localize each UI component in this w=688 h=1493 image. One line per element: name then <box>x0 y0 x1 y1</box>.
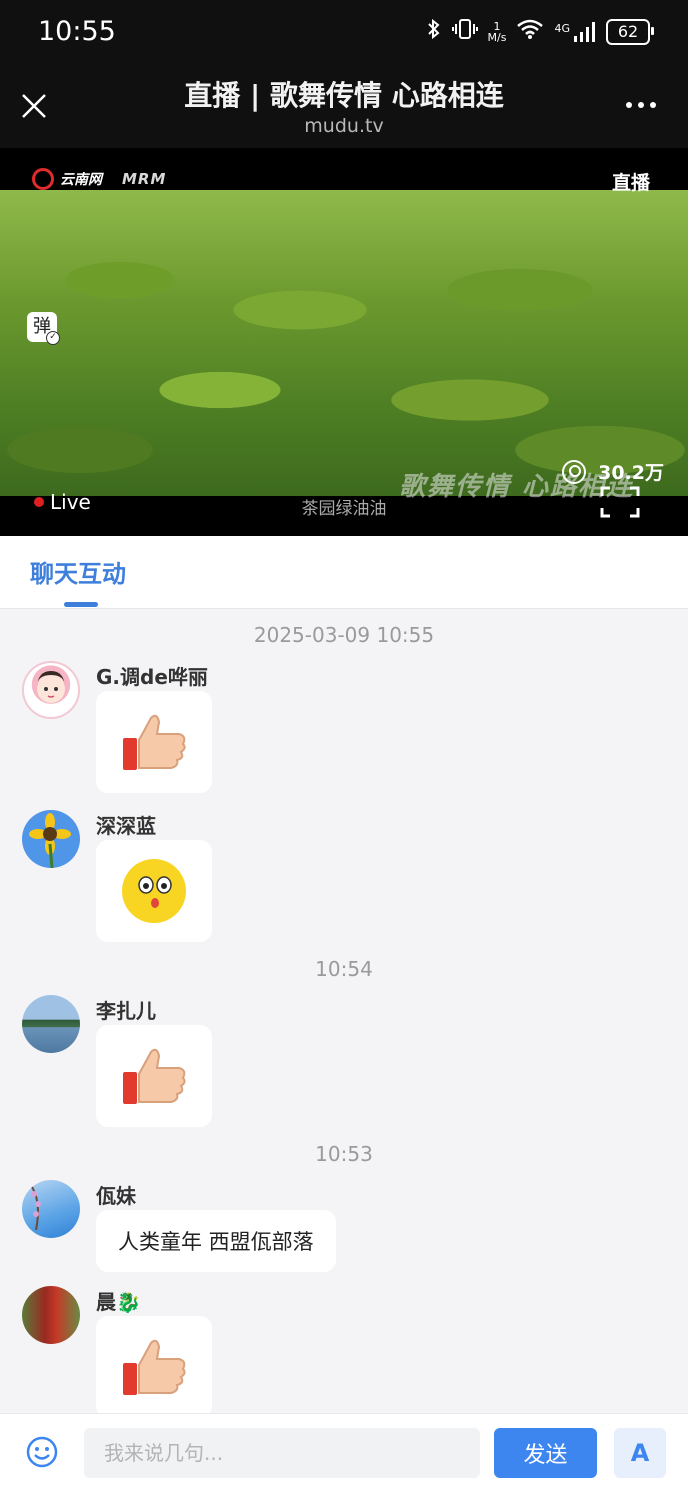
more-button[interactable] <box>626 102 656 108</box>
status-bar: 10:55 1 M/s 4G 62 <box>0 0 688 64</box>
thumbs-up-icon <box>123 1339 186 1395</box>
username: 李扎儿 <box>96 999 156 1023</box>
more-dot-icon <box>638 102 644 108</box>
chat-list[interactable]: 2025-03-09 10:55 G.调de哗丽 深深蓝 10:54 李扎儿 1… <box>0 609 688 1413</box>
blossom-branch-avatar-icon <box>29 1183 41 1231</box>
thumbs-up-icon <box>123 1048 186 1104</box>
avatar[interactable] <box>22 810 80 868</box>
sticker-bubble <box>96 1025 212 1127</box>
status-time: 10:55 <box>38 16 116 47</box>
video-player[interactable]: 云南网 MRM 直播 弹 ✓ 歌舞传情 心路相连 30.2万 Live 茶园绿油… <box>0 148 688 536</box>
username: 深深蓝 <box>96 814 156 838</box>
chat-timestamp: 10:54 <box>315 957 373 981</box>
broadcaster-logo: 云南网 MRM <box>32 168 166 190</box>
battery-level: 62 <box>617 22 639 41</box>
tab-bar: 聊天互动 <box>0 536 688 609</box>
viewer-count: 30.2万 <box>562 458 664 485</box>
fullscreen-button[interactable] <box>600 486 640 518</box>
vibrate-icon <box>451 18 478 45</box>
font-size-button[interactable]: A <box>614 1428 666 1478</box>
tab-active-indicator <box>64 602 98 607</box>
font-size-icon: A <box>630 1439 650 1467</box>
surprised-face-icon <box>122 859 186 923</box>
net-speed-unit: M/s <box>487 30 507 44</box>
message-text: 人类童年 西盟佤部落 <box>96 1210 336 1272</box>
status-icons: 1 M/s 4G 62 <box>426 18 654 45</box>
sticker-bubble <box>96 691 212 793</box>
logo-text: 云南网 <box>60 172 102 188</box>
cartoon-girl-avatar-icon <box>37 671 65 703</box>
bluetooth-icon <box>426 18 442 45</box>
danmu-toggle[interactable]: 弹 ✓ <box>27 312 60 345</box>
avatar[interactable] <box>22 661 80 719</box>
emoji-button[interactable] <box>26 1436 58 1468</box>
check-icon: ✓ <box>46 331 60 345</box>
title-bar: 直播 | 歌舞传情 心路相连 mudu.tv <box>0 64 688 148</box>
avatar[interactable] <box>22 995 80 1053</box>
sticker-bubble <box>96 1316 212 1413</box>
sunflower-avatar-icon <box>29 813 71 868</box>
username: 佤妹 <box>96 1184 136 1208</box>
fullscreen-icon <box>600 486 640 518</box>
more-dot-icon <box>650 102 656 108</box>
tab-chat[interactable]: 聊天互动 <box>30 554 126 589</box>
thumbs-up-icon <box>123 714 186 770</box>
wifi-icon <box>516 18 544 45</box>
sticker-bubble <box>96 840 212 942</box>
more-dot-icon <box>626 102 632 108</box>
smiley-icon <box>26 1436 58 1468</box>
live-badge: 直播 <box>611 172 650 194</box>
avatar[interactable] <box>22 1180 80 1238</box>
page-domain: mudu.tv <box>304 115 384 137</box>
yunnan-logo-icon <box>32 168 54 190</box>
composer-bar: 发送 A <box>0 1413 688 1493</box>
viewer-count-value: 30.2万 <box>598 462 664 484</box>
battery-indicator: 62 <box>606 18 654 45</box>
chat-timestamp: 2025-03-09 10:55 <box>253 623 435 647</box>
chat-timestamp: 10:53 <box>315 1142 373 1166</box>
video-frame <box>0 190 688 496</box>
logo-sub: MRM <box>122 170 167 188</box>
net-speed: 1 M/s <box>488 21 507 43</box>
username: G.调de哗丽 <box>96 665 208 689</box>
avatar[interactable] <box>22 1286 80 1344</box>
video-subtitle: 茶园绿油油 <box>301 499 387 519</box>
network-type: 4G <box>554 21 570 35</box>
chat-input[interactable] <box>84 1428 480 1478</box>
username: 晨🐉 <box>96 1290 141 1314</box>
page-title: 直播 | 歌舞传情 心路相连 <box>184 79 504 112</box>
net-speed-value: 1 <box>493 19 501 33</box>
signal-icon: 4G <box>554 21 596 42</box>
send-button[interactable]: 发送 <box>494 1428 597 1478</box>
viewer-icon <box>562 459 587 484</box>
